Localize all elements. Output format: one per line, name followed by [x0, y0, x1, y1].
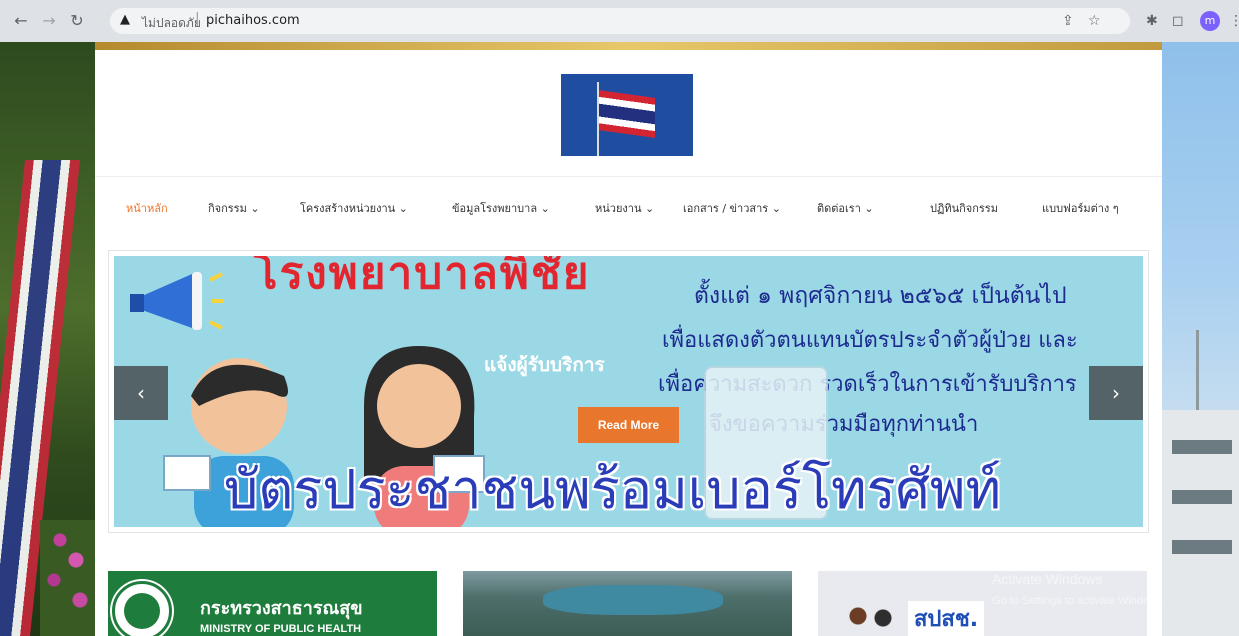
- bookmark-star-icon[interactable]: ☆: [1088, 10, 1101, 32]
- share-icon[interactable]: ⇪: [1062, 10, 1074, 32]
- moph-seal-icon: [112, 581, 172, 636]
- menu-item-documents[interactable]: เอกสาร / ข่าวสาร ⌄: [683, 199, 781, 217]
- back-icon[interactable]: ←: [10, 10, 32, 32]
- slide-image: โรงพยาบาลพิชัย ตั้งแต่ ๑ พฤศจิกายน ๒๕๖๕ …: [114, 256, 1143, 527]
- slide-line-1: ตั้งแต่ ๑ พฤศจิกายน ๒๕๖๕ เป็นต้นไป: [694, 283, 1067, 309]
- slide-bottom-text: บัตรประชาชนพร้อมเบอร์โทรศัพท์: [224, 458, 1002, 521]
- card-ministry-title-th: กระทรวงสาธารณสุข: [200, 598, 363, 619]
- slider-next-button[interactable]: ›: [1089, 366, 1143, 420]
- hero-slider: โรงพยาบาลพิชัย ตั้งแต่ ๑ พฤศจิกายน ๒๕๖๕ …: [108, 250, 1149, 533]
- menu-item-contact[interactable]: ติดต่อเรา ⌄: [817, 199, 874, 217]
- address-bar[interactable]: ▲ ไม่ปลอดภัย | pichaihos.com: [110, 8, 1130, 34]
- url-text[interactable]: pichaihos.com: [206, 13, 300, 28]
- menu-item-activities[interactable]: กิจกรรม ⌄: [208, 199, 260, 217]
- browser-toolbar: ← → ↻ ▲ ไม่ปลอดภัย | pichaihos.com ⇪ ☆ ✱…: [0, 0, 1239, 42]
- site-logo[interactable]: [561, 74, 693, 156]
- menu-item-hospital-info[interactable]: ข้อมูลโรงพยาบาล ⌄: [452, 199, 550, 217]
- card-ministry-title-en: MINISTRY OF PUBLIC HEALTH: [200, 623, 362, 635]
- slide-caption: แจ้งผู้รับบริการ: [484, 354, 605, 376]
- background-building: [1162, 410, 1239, 636]
- activate-windows-hint: Go to Settings to activate Windows.: [992, 595, 1166, 607]
- menu-kebab-icon[interactable]: ⋮: [1229, 10, 1239, 32]
- menu-item-units[interactable]: หน่วยงาน ⌄: [595, 199, 654, 217]
- slide-line-2: เพื่อแสดงตัวตนแทนบัตรประจำตัวผู้ป่วย และ: [662, 328, 1078, 353]
- card-dam-photo[interactable]: [463, 571, 792, 636]
- megaphone-icon: [130, 272, 224, 330]
- nhso-logo: สปสช.: [908, 601, 985, 636]
- forward-icon[interactable]: →: [38, 10, 60, 32]
- menu-item-calendar[interactable]: ปฏิทินกิจกรรม: [930, 199, 998, 217]
- slide-headline: โรงพยาบาลพิชัย: [254, 256, 591, 299]
- site-panel: หน้าหลัก กิจกรรม ⌄ โครงสร้างหน่วยงาน ⌄ ข…: [95, 42, 1162, 636]
- menu-divider: [95, 176, 1162, 177]
- main-menu: หน้าหลัก กิจกรรม ⌄ โครงสร้างหน่วยงาน ⌄ ข…: [95, 196, 1162, 220]
- side-panel-icon[interactable]: ◻: [1172, 10, 1184, 32]
- url-separator: |: [195, 11, 200, 27]
- header-gold-line: [95, 42, 1162, 50]
- menu-item-structure[interactable]: โครงสร้างหน่วยงาน ⌄: [300, 199, 408, 217]
- menu-item-home[interactable]: หน้าหลัก: [126, 199, 168, 217]
- slider-prev-button[interactable]: ‹: [114, 366, 168, 420]
- background-pole: [1196, 330, 1199, 410]
- security-label[interactable]: ไม่ปลอดภัย: [142, 14, 201, 33]
- card-ministry-public-health[interactable]: กระทรวงสาธารณสุข MINISTRY OF PUBLIC HEAL…: [108, 571, 437, 636]
- menu-item-forms[interactable]: แบบฟอร์มต่าง ๆ: [1042, 199, 1119, 217]
- read-more-button[interactable]: Read More: [578, 407, 679, 443]
- card-nhso-illustration: [843, 606, 903, 636]
- activate-windows-watermark: Activate Windows: [992, 571, 1103, 587]
- extensions-puzzle-icon[interactable]: ✱: [1146, 10, 1158, 32]
- warning-icon[interactable]: ▲: [120, 12, 130, 27]
- background-flowers: [40, 520, 95, 636]
- reload-icon[interactable]: ↻: [66, 10, 88, 32]
- profile-avatar[interactable]: m: [1200, 11, 1220, 31]
